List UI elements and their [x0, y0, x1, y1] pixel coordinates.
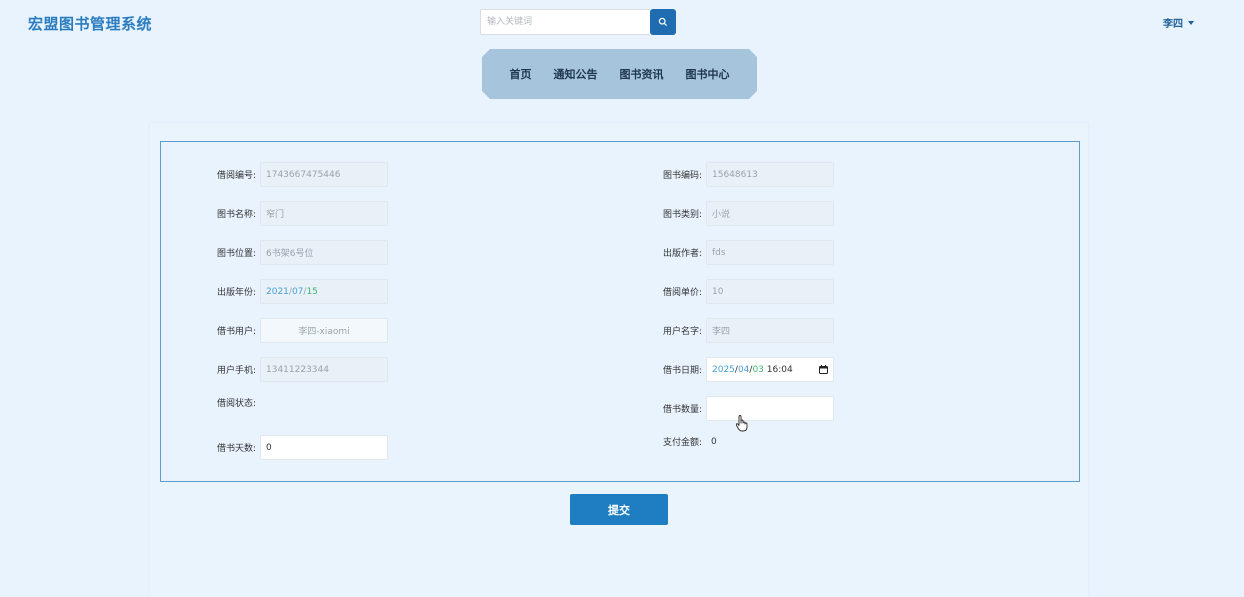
user-real-name-field: 李四 [706, 318, 834, 343]
row-user-phone: 用户手机: 13411223344 [200, 357, 388, 382]
label-book-name: 图书名称: [216, 210, 256, 220]
borrow-form: 借阅编号: 1743667475446 图书名称: 窄门 图书位置: 6书架6号… [160, 141, 1080, 482]
row-book-category: 图书类别: 小说 [646, 201, 834, 226]
row-borrow-status: 借阅状态: [200, 396, 265, 409]
row-pay-amount: 支付金额: 0 [646, 435, 717, 449]
row-author: 出版作者: fds [646, 240, 834, 265]
author-field: fds [706, 240, 834, 265]
user-name: 李四 [1163, 19, 1183, 30]
book-name-field: 窄门 [260, 201, 388, 226]
label-unit-price: 借阅单价: [662, 288, 702, 298]
publish-year-year: 2021 [266, 286, 289, 297]
row-borrow-user: 借书用户: 李四-xiaomi [200, 318, 388, 343]
nav-item-notices[interactable]: 通知公告 [554, 66, 598, 82]
search-input[interactable] [480, 9, 650, 35]
row-borrow-date: 借书日期: 2025/04/03 16:04 [646, 357, 834, 382]
borrow-date-input[interactable]: 2025/04/03 16:04 [706, 357, 834, 382]
borrow-id-field: 1743667475446 [260, 162, 388, 187]
label-borrow-qty: 借书数量: [662, 405, 702, 415]
borrow-user-field: 李四-xiaomi [260, 318, 388, 343]
publish-year-field: 2021/07/15 [260, 279, 388, 304]
publish-year-day: 15 [306, 286, 318, 297]
unit-price-field: 10 [706, 279, 834, 304]
label-book-category: 图书类别: [662, 210, 702, 220]
brand-title: 宏盟图书管理系统 [28, 15, 153, 33]
borrow-date-day: 03 [752, 364, 764, 375]
main-nav: 首页 通知公告 图书资讯 图书中心 [482, 49, 757, 99]
user-phone-field: 13411223344 [260, 357, 388, 382]
search-icon [658, 17, 668, 27]
row-borrow-id: 借阅编号: 1743667475446 [200, 162, 388, 187]
label-borrow-date: 借书日期: [662, 366, 702, 376]
label-user-real-name: 用户名字: [662, 327, 702, 337]
label-pay-amount: 支付金额: [662, 438, 702, 448]
row-unit-price: 借阅单价: 10 [646, 279, 834, 304]
row-book-location: 图书位置: 6书架6号位 [200, 240, 388, 265]
borrow-qty-input[interactable] [706, 396, 834, 421]
pay-amount-value: 0 [711, 436, 717, 447]
publish-year-month: 07 [291, 286, 304, 297]
book-location-field: 6书架6号位 [260, 240, 388, 265]
nav-item-home[interactable]: 首页 [510, 66, 532, 82]
search-button[interactable] [650, 9, 676, 35]
submit-button[interactable]: 提交 [570, 494, 668, 525]
book-category-field: 小说 [706, 201, 834, 226]
label-borrow-status: 借阅状态: [216, 399, 256, 409]
label-book-code: 图书编码: [662, 171, 702, 181]
borrow-date-time: 16:04 [766, 364, 793, 375]
borrow-date-year: 2025 [712, 364, 735, 375]
row-publish-year: 出版年份: 2021/07/15 [200, 279, 388, 304]
row-user-real-name: 用户名字: 李四 [646, 318, 834, 343]
calendar-icon[interactable] [819, 365, 828, 374]
label-borrow-days: 借书天数: [216, 444, 256, 454]
label-book-location: 图书位置: [216, 249, 256, 259]
user-menu[interactable]: 李四 [1163, 15, 1194, 30]
borrow-date-value: 2025/04/03 16:04 [712, 364, 793, 375]
nav-item-book-news[interactable]: 图书资讯 [620, 66, 664, 82]
label-borrow-user: 借书用户: [216, 327, 256, 337]
borrow-date-month: 04 [737, 364, 750, 375]
book-code-field: 15648613 [706, 162, 834, 187]
row-borrow-days: 借书天数: 0 [200, 435, 388, 460]
label-user-phone: 用户手机: [216, 366, 256, 376]
row-book-code: 图书编码: 15648613 [646, 162, 834, 187]
chevron-down-icon [1188, 20, 1194, 25]
borrow-days-input[interactable]: 0 [260, 435, 388, 460]
hand-pointer-icon [736, 415, 748, 432]
row-book-name: 图书名称: 窄门 [200, 201, 388, 226]
label-borrow-id: 借阅编号: [216, 171, 256, 181]
nav-item-book-center[interactable]: 图书中心 [686, 66, 730, 82]
label-publish-year: 出版年份: [216, 288, 256, 298]
search-bar [480, 9, 676, 35]
label-author: 出版作者: [662, 249, 702, 259]
